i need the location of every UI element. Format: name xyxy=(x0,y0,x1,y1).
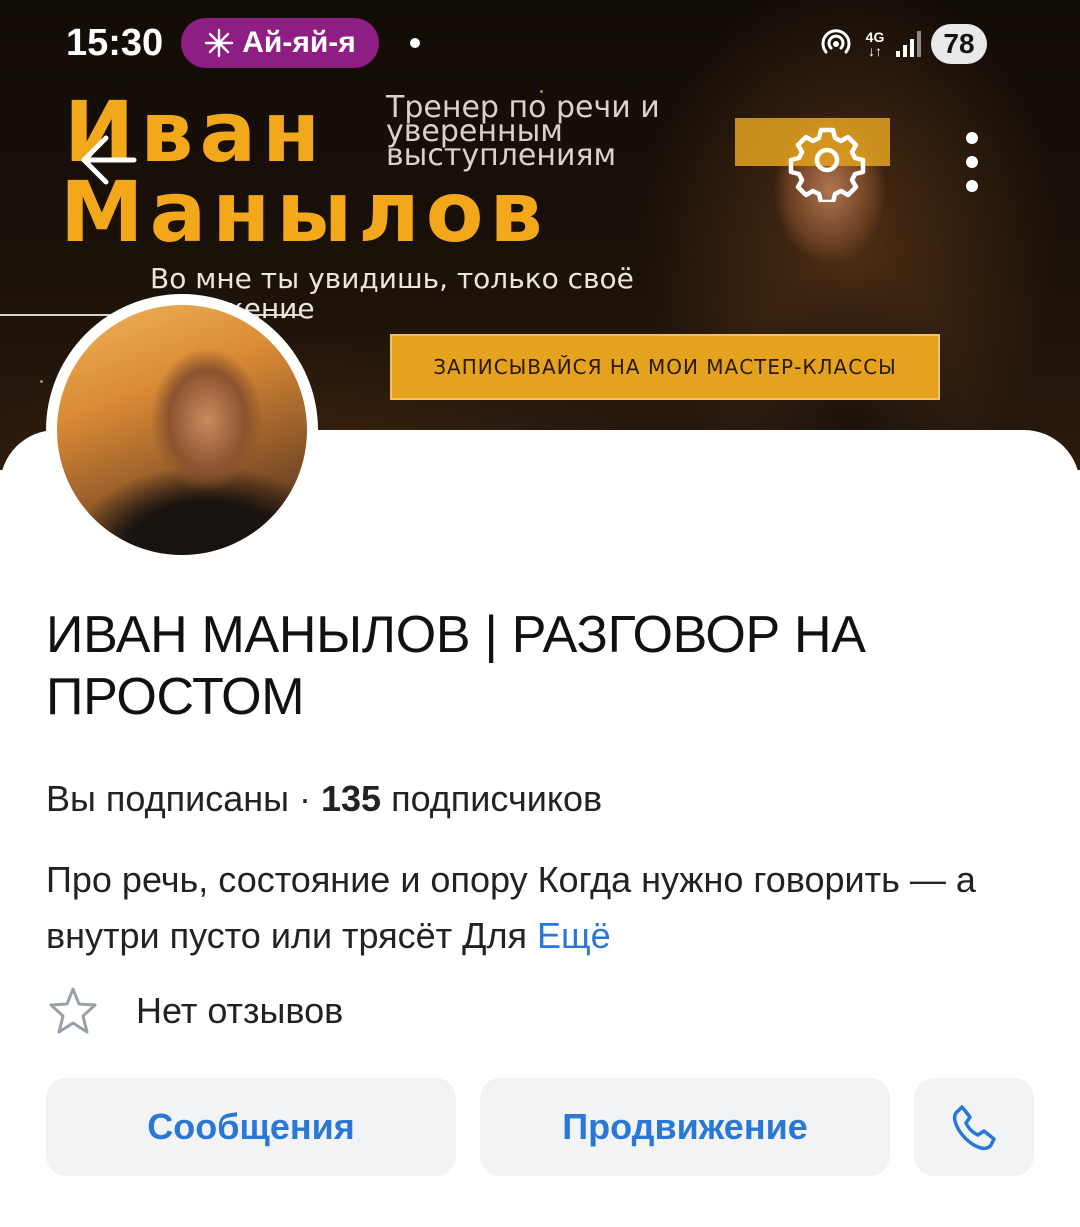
network-type: 4G ↓↑ xyxy=(865,29,885,59)
subscription-status: Вы подписаны xyxy=(46,778,289,819)
avatar[interactable] xyxy=(57,305,307,555)
arrow-left-icon xyxy=(81,135,137,185)
notification-dot xyxy=(410,38,420,48)
settings-button[interactable] xyxy=(785,118,869,205)
sparkle-icon xyxy=(205,28,234,58)
subscriber-count: 135 xyxy=(321,778,382,819)
description-text: Про речь, состояние и опору Когда нужно … xyxy=(46,859,976,956)
action-buttons: Сообщения Продвижение xyxy=(46,1078,1034,1176)
gear-icon xyxy=(788,127,866,205)
status-bar: 15:30 Ай-яй-я 4G ↓↑ 78 xyxy=(0,0,1080,90)
more-dot xyxy=(966,180,978,192)
signal-icon xyxy=(896,31,921,57)
group-title: ИВАН МАНЫЛОВ | РАЗГОВОР НА ПРОСТОМ xyxy=(46,606,866,726)
show-more-link[interactable]: Ещё xyxy=(537,915,611,956)
reviews-label: Нет отзывов xyxy=(136,990,344,1031)
promotion-button[interactable]: Продвижение xyxy=(480,1078,890,1176)
status-time: 15:30 xyxy=(66,22,164,64)
separator: · xyxy=(289,778,321,819)
notification-pill[interactable]: Ай-яй-я xyxy=(181,18,379,68)
battery-indicator: 78 xyxy=(931,24,987,64)
hotspot-icon xyxy=(821,29,851,54)
subscriber-label: подписчиков xyxy=(381,778,603,819)
messages-button[interactable]: Сообщения xyxy=(46,1078,456,1176)
more-dot xyxy=(966,156,978,168)
more-dot xyxy=(966,132,978,144)
subscription-info[interactable]: Вы подписаны · 135 подписчиков xyxy=(46,778,602,820)
cover-subtitle: Тренер по речи и уверенным выступлениям xyxy=(386,90,660,173)
more-options-button[interactable] xyxy=(950,122,994,202)
cover-person-photo xyxy=(700,40,1000,470)
back-button[interactable] xyxy=(70,120,150,200)
notification-pill-label: Ай-яй-я xyxy=(242,26,356,59)
group-description: Про речь, состояние и опору Когда нужно … xyxy=(46,852,1006,964)
cover-cta-banner: ЗАПИСЫВАЙСЯ НА МОИ МАСТЕР-КЛАССЫ xyxy=(390,334,940,400)
star-icon xyxy=(49,987,97,1034)
reviews-row[interactable]: Нет отзывов xyxy=(46,984,343,1038)
phone-icon xyxy=(952,1105,996,1151)
status-icons: 4G ↓↑ 78 xyxy=(818,22,987,66)
call-button[interactable] xyxy=(914,1078,1034,1176)
